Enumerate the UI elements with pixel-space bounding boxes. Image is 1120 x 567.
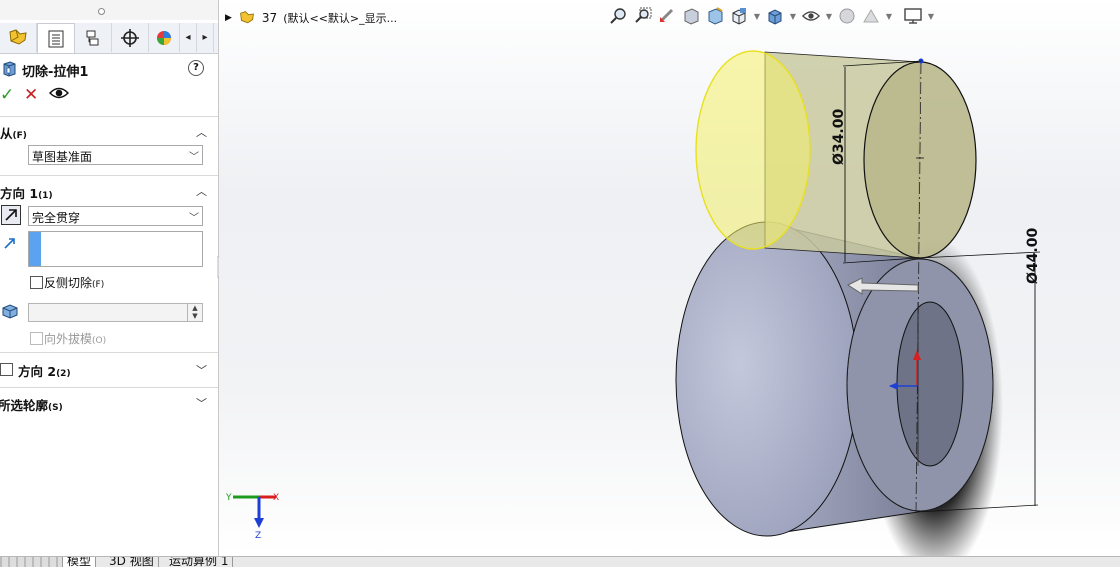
draft-outward-key: (O) [92,336,107,346]
tab-appearance[interactable] [149,23,180,52]
flip-side-text: 反侧切除 [44,276,93,290]
reverse-direction-icon [5,209,17,221]
collapse-chevron-icon[interactable]: ︿ [196,183,207,199]
spin-arrows-icon[interactable]: ▲ ▼ [187,304,202,321]
triad-y-label: Y [225,493,232,503]
tab-scroll-right[interactable]: ▸ [197,23,214,52]
configuration-manager-icon [86,30,99,45]
manager-tabs: ◂ ▸ [0,23,218,54]
model-scene: Ø34.00 Ø44.00 Y X Z [225,50,1041,556]
triad-x-label: X [273,493,279,503]
triad-z-arrowhead [254,518,264,528]
section-contours-label: 所选轮廓 [0,398,49,413]
eye-icon [48,87,70,99]
section-selected-contours: 所选轮廓(S) ﹀ [0,387,218,418]
cut-extrude-icon [3,61,16,77]
section-contours-key: (S) [48,403,63,413]
ok-button[interactable]: ✓ [0,86,14,104]
dim-xpert-icon [121,28,139,47]
panel-grip[interactable] [0,0,218,20]
section-from-key: (F) [12,131,27,141]
section-from-header[interactable]: 从(F) [0,123,27,142]
draft-angle-input[interactable]: ▲ ▼ [28,303,203,322]
upper-cylinder-back-face[interactable] [863,61,977,259]
section-direction1-label: 方向 1 [0,186,39,201]
draft-outward-checkbox[interactable] [30,332,43,345]
from-select[interactable]: 草图基准面 ﹀ [28,145,203,165]
bottom-tab-bar: 模型 3D 视图 运动算例 1 [0,556,1120,567]
section-direction2-label: 方向 2 [18,364,57,379]
section-direction2-header[interactable]: 方向 2(2) [18,361,71,380]
section-direction1-key: (1) [38,191,53,201]
expand-chevron-icon[interactable]: ﹀ [196,395,207,411]
lower-cylinder-front-face[interactable] [675,221,859,537]
preview-eye-icon[interactable] [48,86,70,104]
cancel-button[interactable]: ✕ [24,86,38,104]
chevron-down-icon: ﹀ [189,213,199,224]
upper-cylinder-front-face[interactable] [695,50,811,250]
collapse-chevron-icon[interactable]: ︿ [196,124,207,140]
direction2-checkbox[interactable] [0,363,13,376]
feature-title: 切除-拉伸1 ? [0,58,218,80]
draft-outward-text: 向外拔模 [44,332,93,346]
section-contours-header[interactable]: 所选轮廓(S) [0,395,63,414]
tab-property-manager[interactable] [37,23,75,53]
tab-scroll-left[interactable]: ◂ [180,23,197,52]
grip-dot [98,8,105,15]
feature-title-text: 切除-拉伸1 [22,65,89,80]
dimension-lower-label[interactable]: Ø44.00 [1025,228,1041,284]
section-direction2-key: (2) [56,369,71,379]
direction-selection-box[interactable] [28,231,203,267]
property-manager-panel: ◂ ▸ 切除-拉伸1 ? ✓ ✕ 从(F) ︿ 草图基准面 ﹀ 方向 1(1) … [0,0,219,566]
reverse-direction-button[interactable] [1,205,21,225]
tab-dimxpert[interactable] [112,23,149,52]
section-from: 从(F) ︿ 草图基准面 ﹀ [0,116,218,175]
section-from-label: 从 [0,126,13,141]
action-buttons: ✓ ✕ [0,86,218,106]
flip-side-key: (F) [92,280,105,290]
end-condition-select[interactable]: 完全贯穿 ﹀ [28,206,203,226]
help-icon[interactable]: ? [188,60,204,76]
draft-toggle-button[interactable] [1,302,19,320]
triad-z-label: Z [255,531,261,541]
draft-outward-label: 向外拔模(O) [44,330,106,347]
section-direction1-header[interactable]: 方向 1(1) [0,183,53,202]
section-direction2: 方向 2(2) ﹀ [0,352,218,387]
tab-feature-manager[interactable] [0,23,37,52]
flip-side-checkbox[interactable] [30,276,43,289]
chevron-down-icon: ﹀ [189,152,199,163]
graphics-viewport[interactable]: ▶ 37 (默认<<默认>_显示... ▼ ▼ ▼ ▼ ▼ Ø34.00 Ø44… [219,0,1120,556]
expand-chevron-icon[interactable]: ﹀ [196,362,207,378]
dimension-upper-label[interactable]: Ø34.00 [831,109,847,165]
section-direction1: 方向 1(1) ︿ 完全贯穿 ﹀ 反侧切除(F) ▲ ▼ 向外拔模(O) [0,175,218,352]
property-manager-icon [48,30,64,47]
lower-cylinder-inner-hole[interactable] [896,301,964,467]
direction-arrow-icon [1,234,19,252]
draft-icon [2,304,18,319]
appearance-icon [157,30,171,45]
feature-manager-icon [9,28,27,45]
end-condition-value: 完全贯穿 [32,211,81,225]
selection-highlight [29,232,41,266]
flip-side-label: 反侧切除(F) [44,274,104,291]
from-select-value: 草图基准面 [32,150,93,164]
tab-configuration-manager[interactable] [75,23,112,52]
